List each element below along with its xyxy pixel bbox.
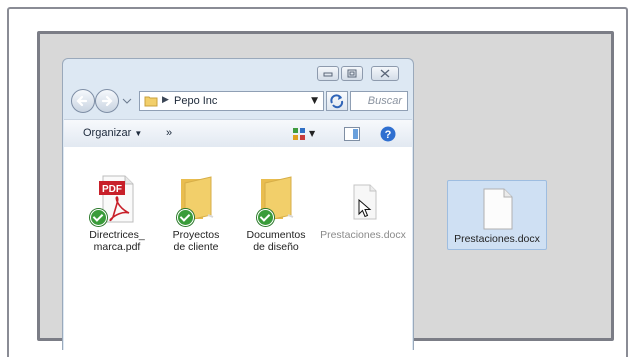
breadcrumb-separator-icon: ▶ — [162, 95, 169, 105]
forward-button[interactable] — [95, 89, 119, 113]
file-name-line1: Directrices_ — [89, 229, 145, 241]
folder-item-documentos[interactable]: Documentos de diseño — [237, 175, 315, 253]
svg-text:?: ? — [385, 129, 392, 141]
chevron-down-icon[interactable]: ▼ — [311, 96, 318, 106]
file-item-prestaciones-ghost[interactable]: Prestaciones.docx — [316, 175, 410, 241]
forward-arrow-icon — [101, 95, 113, 107]
search-input[interactable]: Buscar — [350, 91, 408, 111]
chevron-down-icon: ▼ — [134, 129, 143, 138]
document-icon — [483, 188, 513, 230]
mouse-cursor-icon — [358, 199, 372, 218]
navigation-buttons — [71, 89, 143, 113]
breadcrumb[interactable]: Pepo Inc — [174, 95, 217, 107]
minimize-icon — [323, 72, 333, 76]
help-icon[interactable]: ? — [380, 126, 396, 142]
folder-name-line1: Proyectos — [172, 229, 220, 241]
file-item-directrices[interactable]: PDF Directrices_ marca.pdf — [78, 175, 156, 253]
chevron-down-icon[interactable]: ▼ — [309, 129, 315, 138]
maximize-icon — [347, 69, 357, 78]
sync-check-icon — [90, 209, 107, 226]
folder-name-line2: de cliente — [173, 241, 219, 253]
folder-item-proyectos[interactable]: Proyectos de cliente — [157, 175, 235, 253]
maximize-button[interactable] — [341, 66, 363, 81]
preview-pane-icon[interactable] — [344, 127, 360, 141]
refresh-button[interactable] — [326, 91, 348, 111]
file-name: Prestaciones.docx — [320, 229, 406, 241]
search-placeholder: Buscar — [367, 95, 402, 107]
file-name-line2: marca.pdf — [93, 241, 141, 253]
command-bar: Organizar ▼ » ▼ ? — [64, 119, 412, 149]
minimize-button[interactable] — [317, 66, 339, 81]
back-arrow-icon — [76, 95, 88, 107]
sync-check-icon — [177, 209, 194, 226]
organize-label: Organizar — [83, 127, 132, 139]
view-options-icon[interactable] — [293, 128, 305, 140]
explorer-window: ▶ Pepo Inc ▼ Buscar Organizar ▼ » ▼ ? PD… — [62, 58, 414, 351]
desktop-file-name: Prestaciones.docx — [454, 233, 540, 245]
close-button[interactable] — [371, 66, 399, 81]
refresh-icon — [330, 94, 344, 109]
folder-name-line1: Documentos — [246, 229, 306, 241]
desktop-file-prestaciones[interactable]: Prestaciones.docx — [447, 180, 547, 250]
address-bar[interactable]: ▶ Pepo Inc ▼ — [139, 91, 324, 111]
folder-name-line2: de diseño — [253, 241, 299, 253]
organize-button[interactable]: Organizar ▼ — [83, 127, 142, 139]
more-commands-button[interactable]: » — [166, 127, 172, 139]
back-button[interactable] — [71, 89, 95, 113]
close-icon — [380, 69, 390, 78]
svg-text:PDF: PDF — [102, 184, 122, 195]
recent-pages-dropdown-icon[interactable] — [122, 98, 132, 104]
sync-check-icon — [257, 209, 274, 226]
file-list: PDF Directrices_ marca.pdf Proyectos de … — [64, 147, 412, 351]
folder-icon — [144, 96, 158, 107]
